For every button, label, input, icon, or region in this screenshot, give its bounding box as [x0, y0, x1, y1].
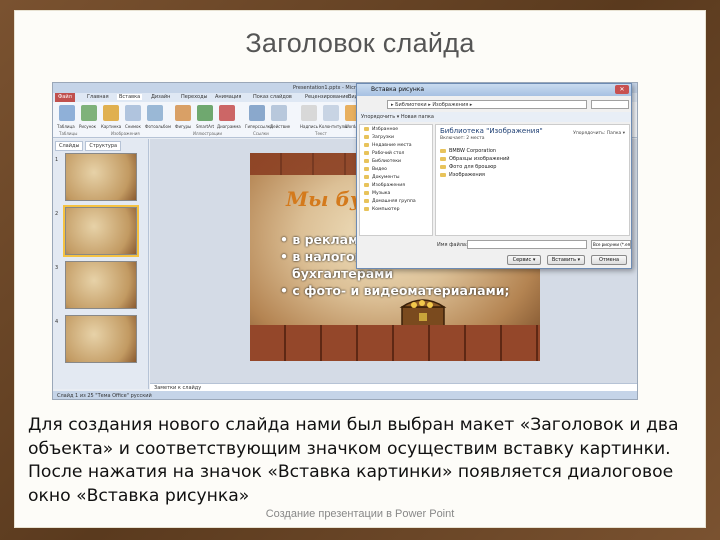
ribbon-group-illustrations: Иллюстрации — [193, 131, 222, 136]
nav-item[interactable]: Изображения — [360, 181, 432, 189]
slide-thumbnail[interactable] — [65, 261, 137, 309]
hyperlink-icon[interactable] — [249, 105, 265, 121]
ribbon-group-images: Изображения — [111, 131, 140, 136]
filename-input[interactable] — [467, 240, 587, 249]
ribbon-label-textbox: Надпись — [300, 124, 318, 129]
nav-item[interactable]: Рабочий стол — [360, 149, 432, 157]
ribbon-label-chart: Диаграмма — [217, 124, 241, 129]
ribbon-label-hyperlink: Гиперссылка — [245, 124, 273, 129]
ribbon-label-screenshot: Снимок — [125, 124, 141, 129]
slide-thumbnail[interactable] — [63, 205, 139, 257]
status-bar: Слайд 1 из 25 "Тема Office" русский — [53, 391, 637, 399]
slides-pane: Слайды Структура 1 2 3 4 — [53, 139, 149, 389]
close-icon[interactable]: ✕ — [615, 85, 629, 94]
dialog-toolbar[interactable]: Упорядочить ▾ Новая папка — [357, 112, 631, 122]
slide-number: 2 — [55, 211, 59, 217]
dialog-titlebar: Вставка рисунка ✕ — [357, 84, 631, 96]
dialog-title: Вставка рисунка — [371, 86, 425, 93]
ribbon-label-table: Таблица — [57, 124, 75, 129]
bullet-item: • с фото- и видеоматериалами; — [280, 283, 510, 298]
nav-item[interactable]: Музыка — [360, 189, 432, 197]
ribbon-label-header-footer: Колонтитулы — [319, 124, 348, 129]
pane-tabs: Слайды Структура — [55, 141, 123, 151]
chart-icon[interactable] — [219, 105, 235, 121]
library-title: Библиотека "Изображения" — [440, 127, 543, 135]
nav-item[interactable]: Избранное — [360, 125, 432, 133]
insert-button[interactable]: Вставить ▾ — [547, 255, 585, 265]
sort-dropdown[interactable]: Упорядочить: Папка ▾ — [573, 131, 625, 136]
tab-file[interactable]: Файл — [55, 93, 75, 102]
ribbon-group-text: Текст — [315, 131, 327, 136]
nav-item[interactable]: Библиотеки — [360, 157, 432, 165]
file-list-pane: Библиотека "Изображения" Включает: 2 мес… — [435, 124, 630, 236]
nav-item[interactable]: Загрузки — [360, 133, 432, 141]
tab-outline[interactable]: Структура — [85, 141, 122, 151]
tab-insert[interactable]: Вставка — [117, 94, 143, 100]
nav-item[interactable]: Недавние места — [360, 141, 432, 149]
nav-item[interactable]: Компьютер — [360, 205, 432, 213]
slide-body-text: Для создания нового слайда нами был выбр… — [28, 415, 679, 506]
folder-item[interactable]: Фото для брошюр — [440, 163, 510, 171]
picture-icon[interactable] — [81, 105, 97, 121]
insert-picture-dialog: Вставка рисунка ✕ ▸ Библиотеки ▸ Изображ… — [356, 83, 632, 269]
header-footer-icon[interactable] — [323, 105, 339, 121]
ribbon-label-shapes: Фигуры — [175, 124, 192, 129]
photoalbum-icon[interactable] — [147, 105, 163, 121]
nav-item[interactable]: Видео — [360, 165, 432, 173]
cancel-button[interactable]: Отмена — [591, 255, 627, 265]
file-type-filter[interactable]: Все рисунки (*.emf;*.wmf;*.jpg) — [591, 240, 631, 249]
textbox-icon[interactable] — [301, 105, 317, 121]
smartart-icon[interactable] — [197, 105, 213, 121]
slide-thumbnail[interactable] — [65, 315, 137, 363]
clipart-icon[interactable] — [103, 105, 119, 121]
tab-slides[interactable]: Слайды — [55, 141, 84, 151]
folder-item[interactable]: BMBW Corporation — [440, 147, 510, 155]
file-list: BMBW Corporation Образцы изображений Фот… — [440, 147, 510, 179]
tab-animation[interactable]: Анимация — [215, 94, 241, 100]
tab-slideshow[interactable]: Показ слайдов — [253, 94, 292, 100]
slide-heading: Мы бу — [286, 187, 362, 211]
slide-footer: Создание презентации в Power Point — [265, 508, 455, 520]
ribbon-label-clipart: Картинка — [101, 124, 122, 129]
tab-home[interactable]: Главная — [87, 94, 109, 100]
powerpoint-screenshot: Presentation1.pptx - Microsoft PowerPoin… — [52, 82, 638, 400]
ribbon-group-links: Ссылки — [253, 131, 269, 136]
folder-item[interactable]: Изображения — [440, 171, 510, 179]
nav-item[interactable]: Домашняя группа — [360, 197, 432, 205]
table-icon[interactable] — [59, 105, 75, 121]
shapes-icon[interactable] — [175, 105, 191, 121]
ribbon-label-picture: Рисунок — [79, 124, 97, 129]
folder-item[interactable]: Образцы изображений — [440, 155, 510, 163]
filename-label: Имя файла: — [437, 242, 468, 248]
brick-border-bottom — [250, 325, 540, 361]
slide-thumbnail[interactable] — [65, 153, 137, 201]
tools-button[interactable]: Сервис ▾ — [507, 255, 541, 265]
search-input[interactable] — [591, 100, 629, 109]
tab-transitions[interactable]: Переходы — [181, 94, 208, 100]
notes-field[interactable]: Заметки к слайду — [150, 383, 637, 391]
action-icon[interactable] — [271, 105, 287, 121]
ribbon-label-smartart: SmartArt — [196, 124, 215, 129]
ribbon-label-action: Действие — [270, 124, 291, 129]
tab-design[interactable]: Дизайн — [151, 94, 170, 100]
library-subtitle[interactable]: Включает: 2 места — [440, 136, 485, 141]
slide-title: Заголовок слайда — [245, 28, 475, 58]
slide-number: 1 — [55, 157, 59, 163]
nav-item[interactable]: Документы — [360, 173, 432, 181]
navigation-pane: Избранное Загрузки Недавние места Рабочи… — [359, 124, 433, 236]
slide-number: 4 — [55, 319, 59, 325]
ribbon-label-photoalbum: Фотоальбом — [145, 124, 171, 129]
ribbon-group-tables: Таблицы — [59, 131, 78, 136]
tab-review[interactable]: Рецензирование — [305, 94, 349, 100]
screenshot-icon[interactable] — [125, 105, 141, 121]
slide-number: 3 — [55, 265, 59, 271]
address-bar[interactable]: ▸ Библиотеки ▸ Изображения ▸ — [387, 100, 587, 109]
